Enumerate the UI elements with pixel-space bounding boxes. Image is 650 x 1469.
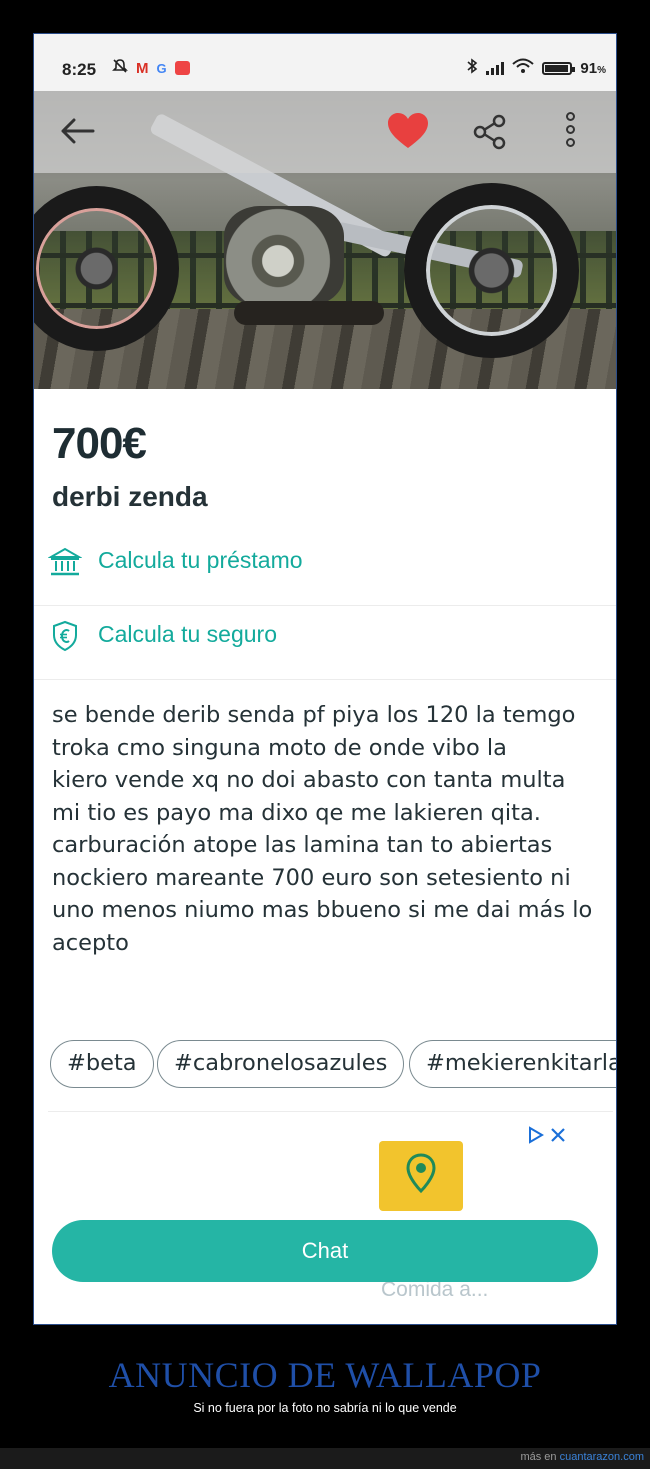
favorite-heart-icon[interactable] <box>386 112 430 150</box>
system-icons: 91% <box>466 58 606 78</box>
meme-headline: ANUNCIO DE WALLAPOP <box>108 1355 542 1395</box>
tag-chip[interactable]: #beta <box>50 1040 154 1088</box>
google-icon: G <box>156 60 167 76</box>
tag-chip[interactable]: #cabronelosazules <box>157 1040 405 1088</box>
muted-alarm-icon <box>112 58 128 78</box>
chat-button[interactable]: Chat <box>52 1220 598 1282</box>
listing-description: se bende derib senda pf piya los 120 la … <box>52 702 593 956</box>
status-bar: 8:25 M G 91% <box>34 34 616 91</box>
site-credit[interactable]: más en cuantarazon.com <box>520 1451 644 1463</box>
tag-list: #beta #cabronelosazules #mekierenkitarla <box>50 1040 616 1092</box>
divider <box>48 1111 613 1112</box>
insurance-calculator-label: Calcula tu seguro <box>98 621 277 647</box>
app-notification-icon <box>174 61 190 75</box>
bank-icon <box>47 545 83 579</box>
listing-title: derbi zenda <box>52 481 208 512</box>
battery-icon <box>542 61 576 75</box>
phone-screen: 8:25 M G 91% 700€ derbi zenda Calcula tu… <box>33 33 617 1325</box>
bluetooth-icon <box>466 58 478 78</box>
tag-chip[interactable]: #mekierenkitarla <box>409 1040 616 1088</box>
status-time: 8:25 <box>62 60 97 79</box>
loan-calculator-row[interactable]: Calcula tu préstamo <box>34 531 616 606</box>
listing-price: 700€ <box>52 419 147 468</box>
ad-choices-icon[interactable] <box>528 1126 568 1146</box>
meme-subline: Si no fuera por la foto no sabría ni lo … <box>193 1401 457 1415</box>
back-arrow-icon[interactable] <box>58 116 98 146</box>
battery-percent: 91% <box>580 59 606 77</box>
shield-euro-icon <box>48 619 82 653</box>
notification-icons: M G <box>112 58 190 78</box>
credit-bar: más en cuantarazon.com <box>0 1448 650 1469</box>
wifi-icon <box>512 58 535 78</box>
insurance-calculator-row[interactable]: Calcula tu seguro <box>34 605 616 680</box>
top-action-bar <box>34 91 616 173</box>
loan-calculator-label: Calcula tu préstamo <box>98 547 303 573</box>
ad-thumbnail[interactable] <box>379 1141 463 1211</box>
signal-icon <box>486 61 505 75</box>
share-icon[interactable] <box>472 114 508 150</box>
location-pin-icon <box>406 1153 436 1194</box>
gmail-icon: M <box>136 59 149 77</box>
more-options-icon[interactable] <box>562 112 578 156</box>
